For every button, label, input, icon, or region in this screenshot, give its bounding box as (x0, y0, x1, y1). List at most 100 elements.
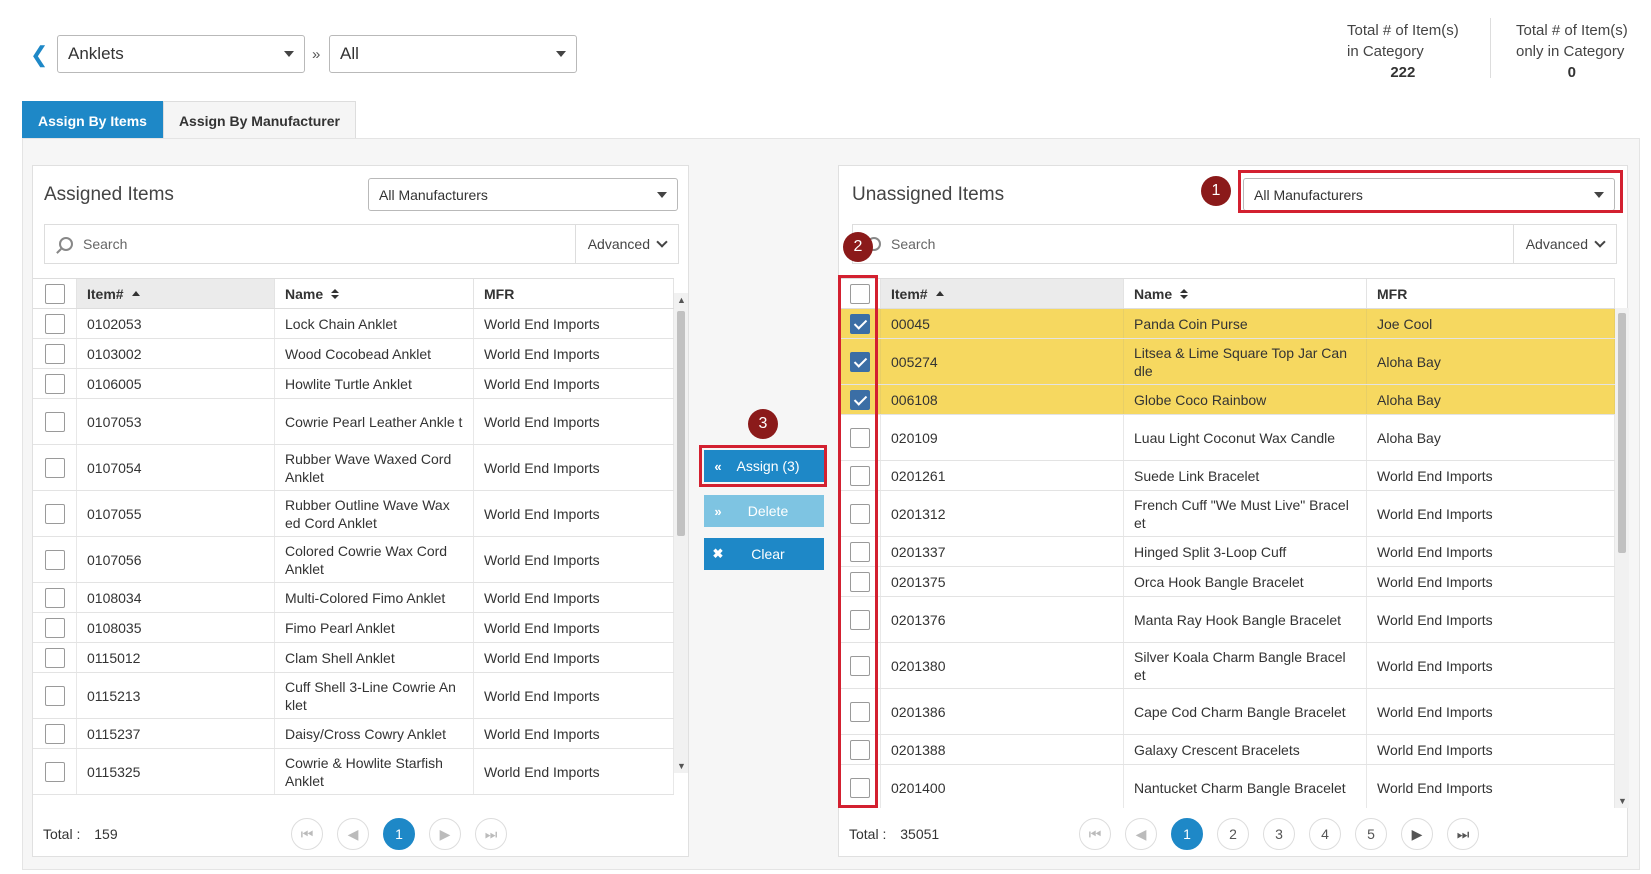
cell-mfr: World End Imports (474, 445, 674, 490)
row-checkbox[interactable] (44, 457, 65, 478)
prev-page-icon[interactable]: ◀ (337, 818, 369, 850)
cell-item-number: 0106005 (77, 369, 275, 398)
table-row[interactable]: 0201400 Nantucket Charm Bangle Bracelet Wo… (839, 765, 1615, 808)
row-checkbox[interactable] (44, 647, 65, 668)
scroll-thumb[interactable] (1618, 313, 1626, 553)
breadcrumb-separator: » (312, 46, 321, 63)
row-checkbox[interactable] (44, 761, 65, 782)
cell-mfr: World End Imports (474, 749, 674, 794)
row-checkbox[interactable] (44, 723, 65, 744)
cell-name: Globe Coco Rainbow (1124, 385, 1367, 414)
subcategory-select[interactable]: All (329, 35, 577, 73)
unassigned-pager: ⏮ ◀ 1 2 3 4 5 ▶ ⏭ (1079, 818, 1479, 850)
table-row[interactable]: 0201261 Suede Link Bracelet World End Impo… (839, 461, 1615, 491)
page-2-button[interactable]: 2 (1217, 818, 1249, 850)
category-select[interactable]: Anklets (57, 35, 305, 73)
unassigned-scrollbar[interactable]: ▼ (1615, 308, 1629, 808)
table-row[interactable]: 005274 Litsea & Lime Square Top Jar Can d… (839, 339, 1615, 385)
scroll-down-icon[interactable]: ▼ (1618, 796, 1627, 806)
table-row[interactable]: 0102053 Lock Chain Anklet World End Import… (33, 309, 674, 339)
page-3-button[interactable]: 3 (1263, 818, 1295, 850)
total-value: 159 (94, 826, 118, 842)
last-page-icon[interactable]: ⏭ (1447, 818, 1479, 850)
assigned-scrollbar[interactable]: ▲ ▼ (674, 293, 688, 773)
table-row[interactable]: 006108 Globe Coco Rainbow Aloha Bay (839, 385, 1615, 415)
row-checkbox[interactable] (44, 411, 65, 432)
table-row[interactable]: 0115012 Clam Shell Anklet World End Import… (33, 643, 674, 673)
cell-item-number: 0201376 (881, 597, 1124, 642)
column-mfr[interactable]: MFR (1367, 279, 1615, 308)
table-row[interactable]: 0115237 Daisy/Cross Cowry Anklet World End… (33, 719, 674, 749)
select-all-checkbox[interactable] (44, 283, 65, 304)
row-checkbox[interactable] (44, 313, 65, 334)
row-checkbox[interactable] (44, 343, 65, 364)
scroll-thumb[interactable] (677, 311, 685, 536)
top-bar: ❮ Anklets » All Total # of Item(s) in Ca… (0, 0, 1651, 100)
table-row[interactable]: 0107055 Rubber Outline Wave Wax ed Cord A… (33, 491, 674, 537)
row-checkbox[interactable] (44, 617, 65, 638)
table-row[interactable]: 0201376 Manta Ray Hook Bangle Bracelet Wor… (839, 597, 1615, 643)
back-chevron-icon[interactable]: ❮ (30, 42, 48, 68)
table-row[interactable]: 0108035 Fimo Pearl Anklet World End Import… (33, 613, 674, 643)
cell-item-number: 0115012 (77, 643, 275, 672)
column-name[interactable]: Name (275, 279, 474, 308)
cell-item-number: 0107053 (77, 399, 275, 444)
unassigned-search-input[interactable]: Search (891, 236, 1513, 252)
last-page-icon[interactable]: ⏭ (475, 818, 507, 850)
cell-mfr: World End Imports (474, 339, 674, 368)
first-page-icon[interactable]: ⏮ (1079, 818, 1111, 850)
table-row[interactable]: 0107054 Rubber Wave Waxed Cord Anklet Worl… (33, 445, 674, 491)
row-checkbox[interactable] (44, 373, 65, 394)
cell-name: Orca Hook Bangle Bracelet (1124, 567, 1367, 596)
table-row[interactable]: 0107056 Colored Cowrie Wax Cord Anklet Wor… (33, 537, 674, 583)
next-page-icon[interactable]: ▶ (429, 818, 461, 850)
page-1-button[interactable]: 1 (383, 818, 415, 850)
assign-button[interactable]: « Assign (3) (704, 450, 824, 482)
column-name[interactable]: Name (1124, 279, 1367, 308)
row-checkbox[interactable] (44, 587, 65, 608)
row-checkbox[interactable] (44, 549, 65, 570)
table-row[interactable]: 0108034 Multi-Colored Fimo Anklet World En… (33, 583, 674, 613)
table-row[interactable]: 0107053 Cowrie Pearl Leather Ankle t World… (33, 399, 674, 445)
stat-label-line2: only in Category (1516, 43, 1625, 60)
table-row[interactable]: 0201380 Silver Koala Charm Bangle Bracel … (839, 643, 1615, 689)
delete-button[interactable]: » Delete (704, 495, 824, 527)
row-checkbox[interactable] (44, 685, 65, 706)
assigned-advanced-button[interactable]: Advanced (574, 225, 678, 263)
table-row[interactable]: 0201388 Galaxy Crescent Bracelets World En… (839, 735, 1615, 765)
column-item-number[interactable]: Item# (77, 279, 275, 308)
table-row[interactable]: 020109 Luau Light Coconut Wax Candle Aloha… (839, 415, 1615, 461)
table-row[interactable]: 0115213 Cuff Shell 3-Line Cowrie An klet W… (33, 673, 674, 719)
cell-name: French Cuff "We Must Live" Bracel et (1124, 491, 1367, 536)
clear-button[interactable]: ✖ Clear (704, 538, 824, 570)
prev-page-icon[interactable]: ◀ (1125, 818, 1157, 850)
scroll-up-icon[interactable]: ▲ (677, 295, 686, 305)
table-row[interactable]: 0103002 Wood Cocobead Anklet World End Imp… (33, 339, 674, 369)
cell-item-number: 0201312 (881, 491, 1124, 536)
tab-assign-by-manufacturer[interactable]: Assign By Manufacturer (162, 101, 356, 139)
row-checkbox[interactable] (44, 503, 65, 524)
cell-name: Rubber Wave Waxed Cord Anklet (275, 445, 474, 490)
tab-assign-by-items[interactable]: Assign By Items (22, 101, 163, 139)
table-row[interactable]: 00045 Panda Coin Purse Joe Cool (839, 309, 1615, 339)
table-row[interactable]: 0201312 French Cuff "We Must Live" Bracel… (839, 491, 1615, 537)
assigned-manufacturer-select[interactable]: All Manufacturers (368, 178, 678, 211)
column-item-number[interactable]: Item# (881, 279, 1124, 308)
first-page-icon[interactable]: ⏮ (291, 818, 323, 850)
unassigned-advanced-button[interactable]: Advanced (1512, 225, 1616, 263)
cell-mfr: World End Imports (474, 719, 674, 748)
page-5-button[interactable]: 5 (1355, 818, 1387, 850)
cell-item-number: 0201261 (881, 461, 1124, 490)
annotation-badge-1: 1 (1201, 176, 1231, 206)
page-1-button[interactable]: 1 (1171, 818, 1203, 850)
table-row[interactable]: 0201337 Hinged Split 3-Loop Cuff World End… (839, 537, 1615, 567)
assigned-search-input[interactable]: Search (83, 236, 575, 252)
page-4-button[interactable]: 4 (1309, 818, 1341, 850)
next-page-icon[interactable]: ▶ (1401, 818, 1433, 850)
table-row[interactable]: 0115325 Cowrie & Howlite Starfish Anklet W… (33, 749, 674, 795)
column-mfr[interactable]: MFR (474, 279, 674, 308)
table-row[interactable]: 0106005 Howlite Turtle Anklet World End Im… (33, 369, 674, 399)
table-row[interactable]: 0201375 Orca Hook Bangle Bracelet World En… (839, 567, 1615, 597)
scroll-down-icon[interactable]: ▼ (677, 761, 686, 771)
table-row[interactable]: 0201386 Cape Cod Charm Bangle Bracelet Wor… (839, 689, 1615, 735)
